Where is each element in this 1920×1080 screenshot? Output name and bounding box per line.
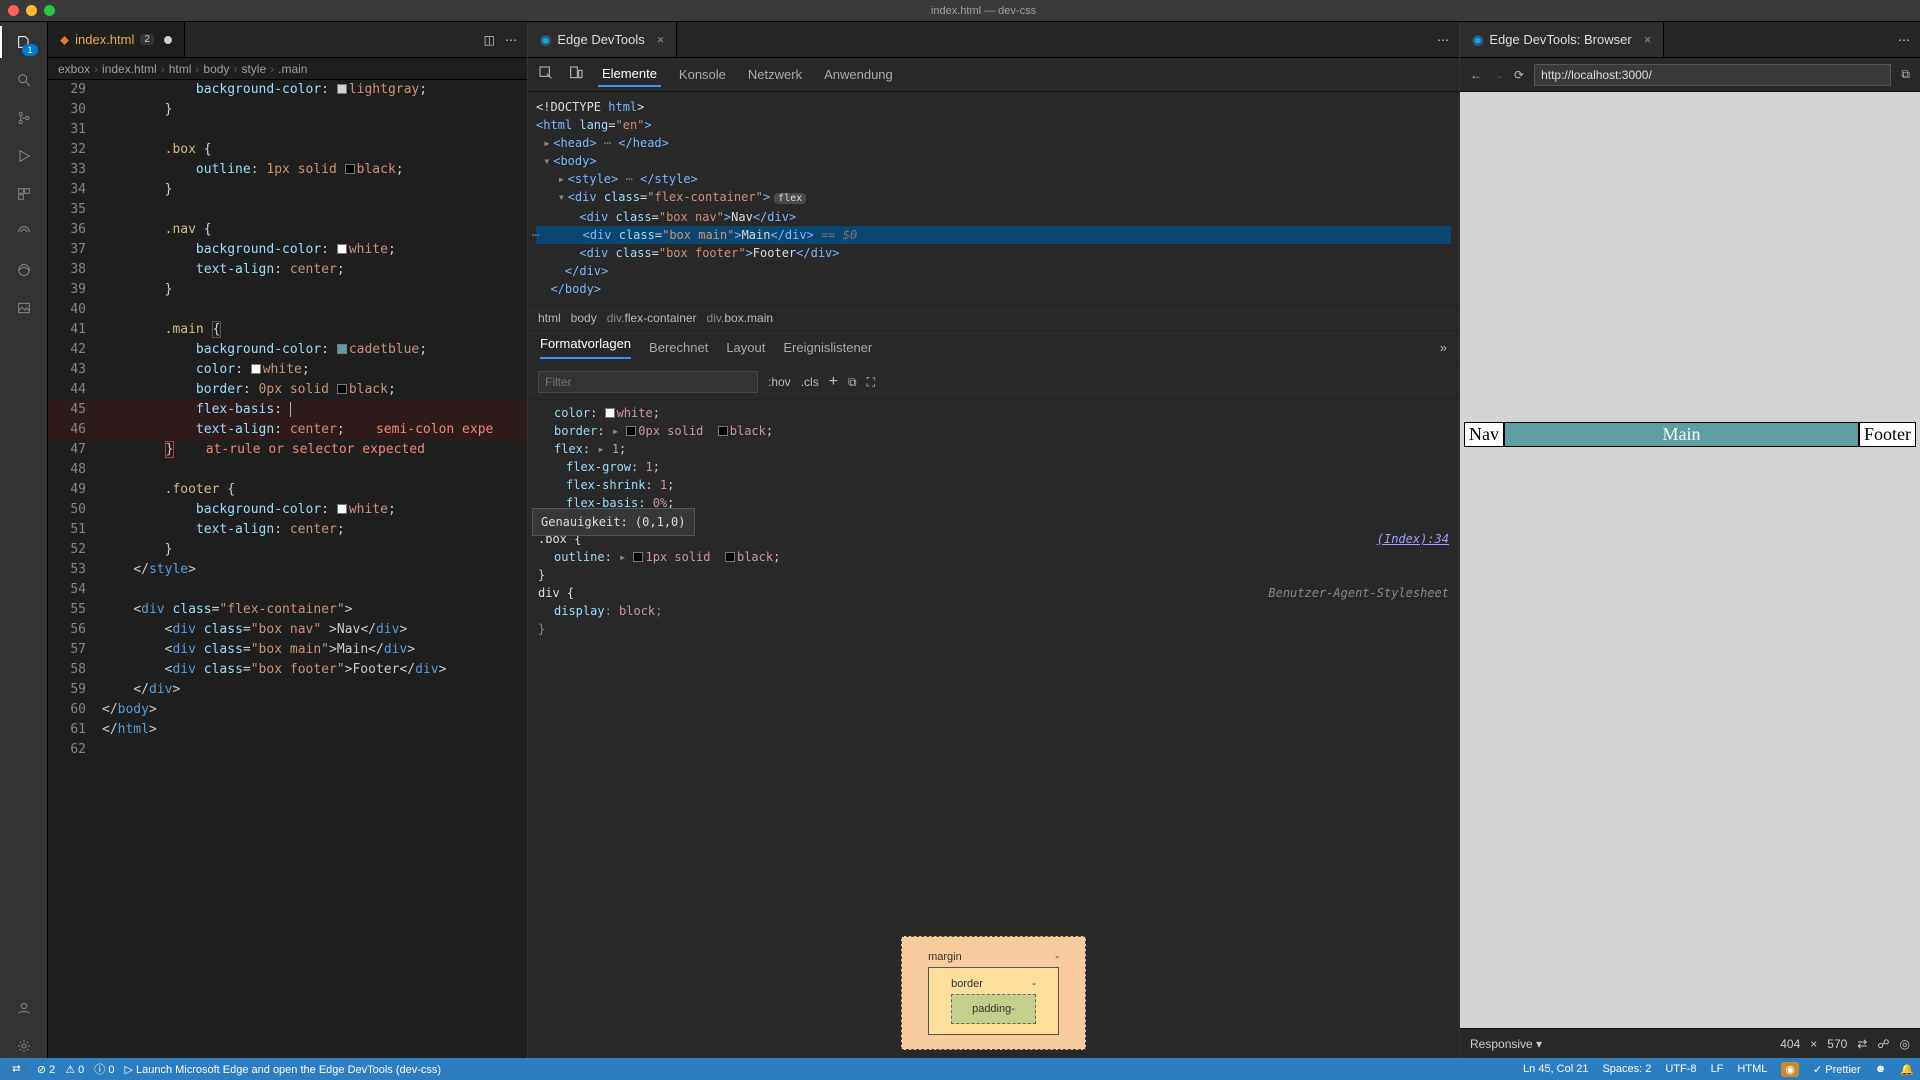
tab-index-html[interactable]: ⬥ index.html 2 [48, 22, 185, 57]
gear-icon[interactable] [12, 1034, 36, 1058]
image-icon[interactable] [12, 296, 36, 320]
tab-layout[interactable]: Layout [726, 340, 765, 355]
extensions-icon[interactable] [12, 182, 36, 206]
traffic-max-icon[interactable] [44, 5, 55, 16]
preview-main-box: Main [1504, 422, 1859, 447]
cls-toggle[interactable]: .cls [801, 375, 819, 389]
activity-bar: 1 [0, 22, 48, 1058]
tab-styles[interactable]: Formatvorlagen [540, 336, 631, 359]
indent-setting[interactable]: Spaces: 2 [1602, 1063, 1651, 1075]
device-icon[interactable] [568, 65, 584, 84]
eol[interactable]: LF [1711, 1063, 1724, 1075]
styles-panel[interactable]: Genauigkeit: (0,1,0) color: white;border… [528, 400, 1459, 926]
preview-footer-box: Footer [1859, 422, 1916, 447]
editor-pane: ⬥ index.html 2 ◫ ⋯ exbox›index.html›html… [48, 22, 528, 1058]
info-count[interactable]: ⓘ 0 [94, 1061, 114, 1077]
viewport-width[interactable]: 404 [1780, 1037, 1800, 1051]
traffic-close-icon[interactable] [8, 5, 19, 16]
url-input[interactable] [1534, 64, 1891, 86]
forward-icon[interactable]: → [1492, 68, 1504, 82]
tab-listeners[interactable]: Ereignislistener [783, 340, 872, 355]
devtools-pane: ◉ Edge DevTools × ⋯ Elemente Konsole Net… [528, 22, 1460, 1058]
pin-icon[interactable]: ⧉ [848, 375, 857, 390]
status-bar: ⮂ ⊘ 2 ⚠ 0 ⓘ 0 ▷ Launch Microsoft Edge an… [0, 1058, 1920, 1080]
source-control-icon[interactable] [12, 106, 36, 130]
more-icon[interactable]: ⋯ [1898, 33, 1910, 47]
add-rule-icon[interactable]: + [829, 373, 838, 391]
breadcrumb[interactable]: exbox›index.html›html›body›style›.main [48, 58, 527, 80]
inspect-icon[interactable] [538, 65, 554, 84]
prettier-status[interactable]: ✓ Prettier [1813, 1063, 1861, 1076]
expand-icon[interactable]: ⛶ [867, 375, 875, 390]
language-mode[interactable]: HTML [1737, 1063, 1767, 1075]
notifications-icon[interactable]: 🔔 [1900, 1063, 1914, 1076]
dom-tree[interactable]: <!DOCTYPE html> <html lang="en"> ▸<head>… [528, 92, 1459, 305]
edge-status-icon[interactable]: ◉ [1781, 1062, 1799, 1077]
errors-count[interactable]: ⊘ 2 [37, 1063, 55, 1076]
tab-elements[interactable]: Elemente [598, 62, 661, 87]
remote-icon[interactable] [12, 220, 36, 244]
remote-indicator[interactable]: ⮂ [6, 1061, 27, 1078]
back-icon[interactable]: ← [1470, 68, 1482, 82]
viewport-height[interactable]: 570 [1827, 1037, 1847, 1051]
more-icon[interactable]: ⋯ [505, 33, 517, 47]
warnings-count[interactable]: ⚠ 0 [65, 1063, 84, 1076]
more-icon[interactable]: ⋯ [1437, 33, 1449, 47]
preview-viewport: Nav Main Footer [1460, 92, 1920, 1028]
traffic-min-icon[interactable] [26, 5, 37, 16]
dirty-dot-icon [164, 36, 172, 44]
responsive-dropdown[interactable]: Responsive ▾ [1470, 1037, 1542, 1051]
browser-preview-pane: ◉ Edge DevTools: Browser × ⋯ ← → ⟳ ⧉ Nav… [1460, 22, 1920, 1058]
close-icon[interactable]: × [1644, 32, 1652, 47]
tab-console[interactable]: Konsole [675, 63, 730, 86]
tab-browser[interactable]: ◉ Edge DevTools: Browser × [1460, 22, 1664, 57]
preview-nav-box: Nav [1464, 422, 1504, 447]
editor-tabs: ⬥ index.html 2 ◫ ⋯ [48, 22, 527, 58]
more-tabs-icon[interactable]: » [1440, 340, 1447, 355]
launch-edge-button[interactable]: ▷ Launch Microsoft Edge and open the Edg… [124, 1063, 441, 1076]
style-filter-input[interactable] [538, 371, 758, 393]
feedback-icon[interactable]: ☻ [1875, 1063, 1887, 1075]
hov-toggle[interactable]: :hov [768, 375, 791, 389]
open-external-icon[interactable]: ⧉ [1901, 67, 1910, 82]
mac-titlebar: index.html — dev-css [0, 0, 1920, 22]
dom-breadcrumb[interactable]: html body div.flex-container div.box.mai… [528, 305, 1459, 331]
box-model: margin- border- padding- [901, 936, 1086, 1058]
rotate-icon[interactable]: ⇄ [1857, 1037, 1867, 1051]
cursor-position[interactable]: Ln 45, Col 21 [1523, 1063, 1588, 1075]
close-icon[interactable]: × [657, 32, 665, 47]
account-icon[interactable] [12, 996, 36, 1020]
split-editor-icon[interactable]: ◫ [484, 33, 495, 47]
edge-icon[interactable] [12, 258, 36, 282]
tab-devtools[interactable]: ◉ Edge DevTools × [528, 22, 677, 57]
encoding[interactable]: UTF-8 [1665, 1063, 1696, 1075]
search-icon[interactable] [12, 68, 36, 92]
reload-icon[interactable]: ⟳ [1514, 68, 1524, 82]
tab-application[interactable]: Anwendung [820, 63, 897, 86]
tab-network[interactable]: Netzwerk [744, 63, 806, 86]
tab-label: index.html [75, 32, 134, 47]
explorer-icon[interactable]: 1 [12, 30, 36, 54]
tab-computed[interactable]: Berechnet [649, 340, 708, 355]
activity-badge: 1 [22, 44, 37, 56]
code-editor[interactable]: 29 background-color: lightgray;30 }3132 … [48, 80, 527, 1058]
touch-icon[interactable]: ☍ [1877, 1037, 1889, 1051]
screenshot-icon[interactable]: ◎ [1900, 1037, 1910, 1051]
debug-icon[interactable] [12, 144, 36, 168]
tooltip: Genauigkeit: (0,1,0) [532, 508, 695, 536]
window-title: index.html — dev-css [55, 5, 1912, 17]
